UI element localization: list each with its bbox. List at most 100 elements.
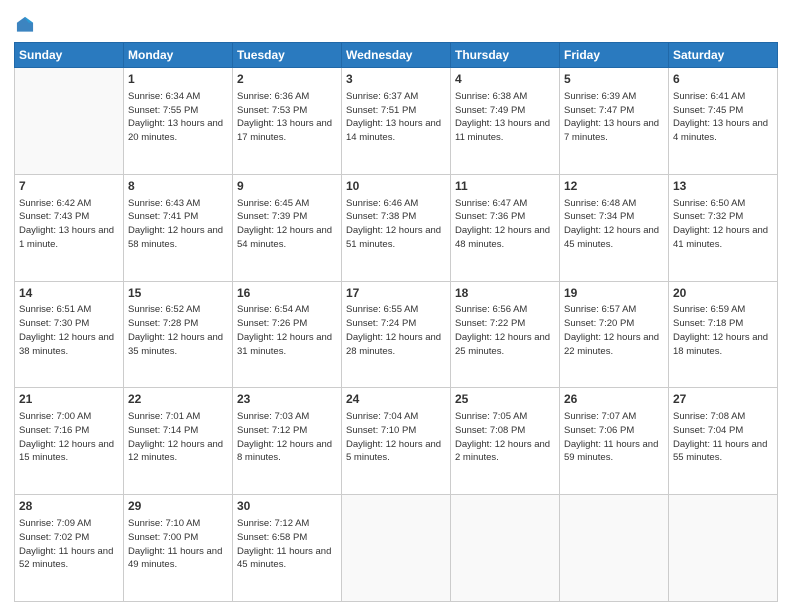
day-info: Sunrise: 7:07 AMSunset: 7:06 PMDaylight:… — [564, 410, 664, 465]
day-number: 23 — [237, 391, 337, 408]
calendar-cell: 23 Sunrise: 7:03 AMSunset: 7:12 PMDayligh… — [233, 388, 342, 495]
calendar-cell: 20Sunrise: 6:59 AMSunset: 7:18 PMDayligh… — [669, 281, 778, 388]
day-number: 28 — [19, 498, 119, 515]
day-number: 29 — [128, 498, 228, 515]
day-number: 5 — [564, 71, 664, 88]
weekday-header: Friday — [560, 43, 669, 68]
calendar-week-row: 1 Sunrise: 6:34 AMSunset: 7:55 PMDaylight… — [15, 68, 778, 175]
day-info: Sunrise: 7:03 AMSunset: 7:12 PMDaylight:… — [237, 410, 337, 465]
day-info: Sunrise: 7:08 AMSunset: 7:04 PMDaylight:… — [673, 410, 773, 465]
calendar-cell — [560, 495, 669, 602]
calendar-cell: 2 Sunrise: 6:36 AMSunset: 7:53 PMDaylight… — [233, 68, 342, 175]
day-info: Sunrise: 7:12 AMSunset: 6:58 PMDaylight:… — [237, 517, 337, 572]
day-info: Sunrise: 6:47 AMSunset: 7:36 PMDaylight:… — [455, 197, 555, 252]
day-number: 26 — [564, 391, 664, 408]
calendar-cell: 3 Sunrise: 6:37 AMSunset: 7:51 PMDaylight… — [342, 68, 451, 175]
day-number: 4 — [455, 71, 555, 88]
calendar-cell: 30 Sunrise: 7:12 AMSunset: 6:58 PMDayligh… — [233, 495, 342, 602]
calendar-cell — [451, 495, 560, 602]
day-info: Sunrise: 6:34 AMSunset: 7:55 PMDaylight:… — [128, 90, 228, 145]
day-number: 14 — [19, 285, 119, 302]
day-info: Sunrise: 6:41 AMSunset: 7:45 PMDaylight:… — [673, 90, 773, 145]
day-number: 3 — [346, 71, 446, 88]
calendar-cell: 17Sunrise: 6:55 AMSunset: 7:24 PMDayligh… — [342, 281, 451, 388]
day-info: Sunrise: 6:57 AMSunset: 7:20 PMDaylight:… — [564, 303, 664, 358]
calendar-cell: 5 Sunrise: 6:39 AMSunset: 7:47 PMDaylight… — [560, 68, 669, 175]
day-info: Sunrise: 6:38 AMSunset: 7:49 PMDaylight:… — [455, 90, 555, 145]
calendar-cell: 15Sunrise: 6:52 AMSunset: 7:28 PMDayligh… — [124, 281, 233, 388]
calendar-cell: 25 Sunrise: 7:05 AMSunset: 7:08 PMDayligh… — [451, 388, 560, 495]
day-number: 21 — [19, 391, 119, 408]
logo-icon — [14, 14, 36, 36]
day-info: Sunrise: 6:37 AMSunset: 7:51 PMDaylight:… — [346, 90, 446, 145]
day-number: 6 — [673, 71, 773, 88]
day-info: Sunrise: 6:59 AMSunset: 7:18 PMDaylight:… — [673, 303, 773, 358]
day-info: Sunrise: 7:05 AMSunset: 7:08 PMDaylight:… — [455, 410, 555, 465]
calendar-cell: 27 Sunrise: 7:08 AMSunset: 7:04 PMDayligh… — [669, 388, 778, 495]
calendar-cell — [669, 495, 778, 602]
calendar-cell: 11 Sunrise: 6:47 AMSunset: 7:36 PMDayligh… — [451, 174, 560, 281]
day-number: 1 — [128, 71, 228, 88]
calendar-cell: 10 Sunrise: 6:46 AMSunset: 7:38 PMDayligh… — [342, 174, 451, 281]
day-info: Sunrise: 6:56 AMSunset: 7:22 PMDaylight:… — [455, 303, 555, 358]
day-info: Sunrise: 7:09 AMSunset: 7:02 PMDaylight:… — [19, 517, 119, 572]
day-number: 7 — [19, 178, 119, 195]
calendar-cell: 19Sunrise: 6:57 AMSunset: 7:20 PMDayligh… — [560, 281, 669, 388]
day-info: Sunrise: 6:50 AMSunset: 7:32 PMDaylight:… — [673, 197, 773, 252]
day-number: 8 — [128, 178, 228, 195]
day-info: Sunrise: 7:01 AMSunset: 7:14 PMDaylight:… — [128, 410, 228, 465]
day-info: Sunrise: 6:52 AMSunset: 7:28 PMDaylight:… — [128, 303, 228, 358]
calendar-header-row: SundayMondayTuesdayWednesdayThursdayFrid… — [15, 43, 778, 68]
calendar-cell: 21Sunrise: 7:00 AMSunset: 7:16 PMDayligh… — [15, 388, 124, 495]
calendar-cell: 18Sunrise: 6:56 AMSunset: 7:22 PMDayligh… — [451, 281, 560, 388]
calendar-cell: 1 Sunrise: 6:34 AMSunset: 7:55 PMDaylight… — [124, 68, 233, 175]
day-number: 19 — [564, 285, 664, 302]
calendar-week-row: 28 Sunrise: 7:09 AMSunset: 7:02 PMDayligh… — [15, 495, 778, 602]
calendar-cell: 22 Sunrise: 7:01 AMSunset: 7:14 PMDayligh… — [124, 388, 233, 495]
day-number: 16 — [237, 285, 337, 302]
calendar-week-row: 14Sunrise: 6:51 AMSunset: 7:30 PMDayligh… — [15, 281, 778, 388]
calendar-cell: 9 Sunrise: 6:45 AMSunset: 7:39 PMDaylight… — [233, 174, 342, 281]
calendar-table: SundayMondayTuesdayWednesdayThursdayFrid… — [14, 42, 778, 602]
calendar-cell: 8Sunrise: 6:43 AMSunset: 7:41 PMDaylight… — [124, 174, 233, 281]
day-number: 30 — [237, 498, 337, 515]
calendar-cell: 28 Sunrise: 7:09 AMSunset: 7:02 PMDayligh… — [15, 495, 124, 602]
weekday-header: Tuesday — [233, 43, 342, 68]
calendar-cell: 12 Sunrise: 6:48 AMSunset: 7:34 PMDayligh… — [560, 174, 669, 281]
day-info: Sunrise: 6:51 AMSunset: 7:30 PMDaylight:… — [19, 303, 119, 358]
calendar-week-row: 7 Sunrise: 6:42 AMSunset: 7:43 PMDaylight… — [15, 174, 778, 281]
day-info: Sunrise: 7:10 AMSunset: 7:00 PMDaylight:… — [128, 517, 228, 572]
calendar-cell: 16Sunrise: 6:54 AMSunset: 7:26 PMDayligh… — [233, 281, 342, 388]
day-number: 24 — [346, 391, 446, 408]
calendar-cell: 26 Sunrise: 7:07 AMSunset: 7:06 PMDayligh… — [560, 388, 669, 495]
weekday-header: Thursday — [451, 43, 560, 68]
day-number: 11 — [455, 178, 555, 195]
day-number: 18 — [455, 285, 555, 302]
day-info: Sunrise: 6:45 AMSunset: 7:39 PMDaylight:… — [237, 197, 337, 252]
day-number: 10 — [346, 178, 446, 195]
weekday-header: Monday — [124, 43, 233, 68]
day-number: 27 — [673, 391, 773, 408]
day-number: 13 — [673, 178, 773, 195]
weekday-header: Saturday — [669, 43, 778, 68]
calendar-cell: 6 Sunrise: 6:41 AMSunset: 7:45 PMDaylight… — [669, 68, 778, 175]
calendar-cell: 7 Sunrise: 6:42 AMSunset: 7:43 PMDaylight… — [15, 174, 124, 281]
calendar-cell — [342, 495, 451, 602]
page: SundayMondayTuesdayWednesdayThursdayFrid… — [0, 0, 792, 612]
day-info: Sunrise: 6:46 AMSunset: 7:38 PMDaylight:… — [346, 197, 446, 252]
day-number: 25 — [455, 391, 555, 408]
day-info: Sunrise: 6:36 AMSunset: 7:53 PMDaylight:… — [237, 90, 337, 145]
calendar-cell — [15, 68, 124, 175]
calendar-cell: 14Sunrise: 6:51 AMSunset: 7:30 PMDayligh… — [15, 281, 124, 388]
day-number: 2 — [237, 71, 337, 88]
day-number: 9 — [237, 178, 337, 195]
calendar-cell: 29 Sunrise: 7:10 AMSunset: 7:00 PMDayligh… — [124, 495, 233, 602]
day-info: Sunrise: 6:42 AMSunset: 7:43 PMDaylight:… — [19, 197, 119, 252]
day-info: Sunrise: 6:48 AMSunset: 7:34 PMDaylight:… — [564, 197, 664, 252]
day-number: 15 — [128, 285, 228, 302]
day-number: 12 — [564, 178, 664, 195]
header — [14, 10, 778, 36]
day-number: 22 — [128, 391, 228, 408]
day-info: Sunrise: 7:04 AMSunset: 7:10 PMDaylight:… — [346, 410, 446, 465]
day-info: Sunrise: 6:39 AMSunset: 7:47 PMDaylight:… — [564, 90, 664, 145]
